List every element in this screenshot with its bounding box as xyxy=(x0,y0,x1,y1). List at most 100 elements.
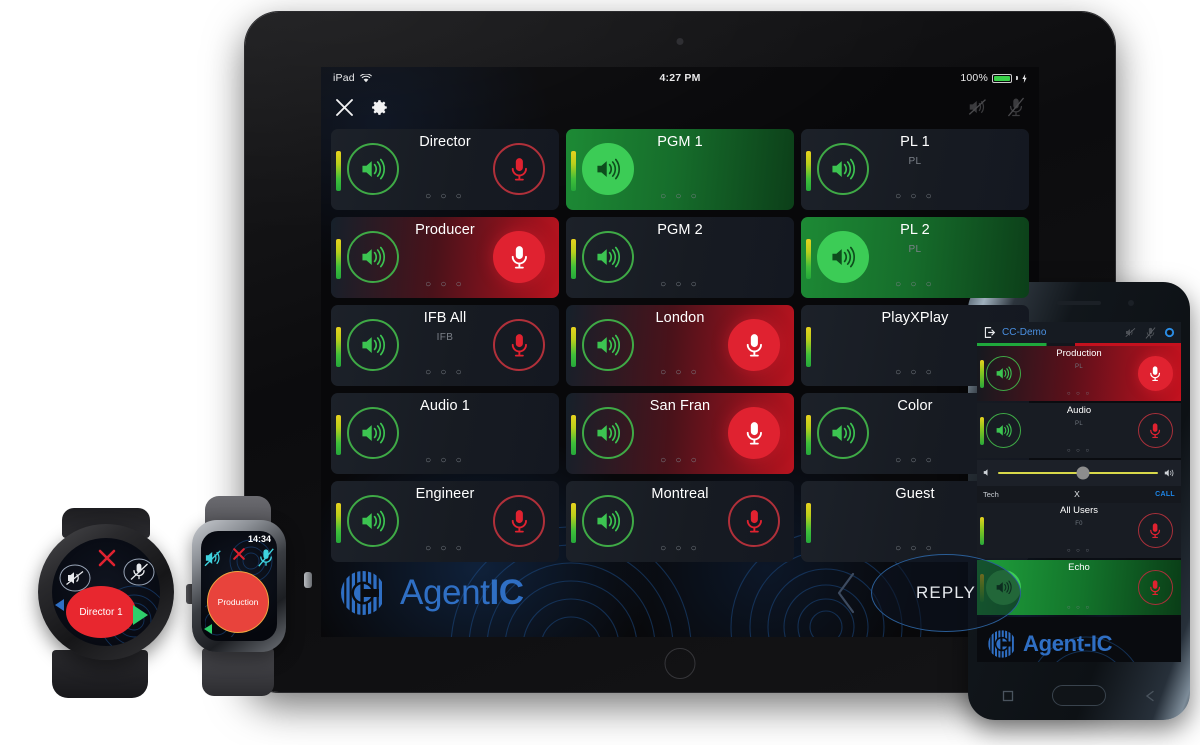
intercom-tile[interactable]: Audio 1 ○ ○ ○ xyxy=(331,393,559,474)
close-x-icon[interactable] xyxy=(97,548,117,568)
tile-speaker-button[interactable] xyxy=(582,231,634,283)
gear-icon[interactable] xyxy=(1164,327,1175,338)
tile-speaker-button[interactable] xyxy=(347,231,399,283)
intercom-tile[interactable]: Producer ○ ○ ○ xyxy=(331,217,559,298)
microphone-icon xyxy=(1150,365,1161,381)
triangle-right-icon[interactable] xyxy=(130,604,150,626)
watch-digital-crown[interactable] xyxy=(304,572,312,588)
speaker-icon xyxy=(361,246,385,268)
speaker-icon xyxy=(831,422,855,444)
android-phone-device: CC-Demo Production PL ○ ○ ○ Audio PL ○ ○… xyxy=(968,282,1190,720)
microphone-muted-icon[interactable] xyxy=(1007,97,1025,117)
ipad-camera-icon xyxy=(676,38,684,45)
close-x-icon[interactable] xyxy=(232,547,246,561)
apple-watch-channel-label: Production xyxy=(217,597,259,607)
round-watch-channel-button[interactable]: Director 1 xyxy=(66,586,136,638)
chevron-left-icon[interactable] xyxy=(833,570,859,616)
tile-mic-button[interactable] xyxy=(1138,355,1173,391)
phone-volume-knob[interactable] xyxy=(1076,466,1090,479)
phone-status-center: X xyxy=(1074,489,1080,499)
phone-volume-slider[interactable] xyxy=(977,459,1181,486)
tile-mic-button[interactable] xyxy=(728,407,780,459)
tile-speaker-button[interactable] xyxy=(817,231,869,283)
level-meter xyxy=(336,415,341,455)
tile-speaker-button[interactable] xyxy=(582,495,634,547)
status-battery-percent: 100% xyxy=(960,72,988,84)
phone-header-actions xyxy=(1125,326,1175,339)
level-meter xyxy=(806,327,811,367)
tile-speaker-button[interactable] xyxy=(817,143,869,195)
ipad-toolbar xyxy=(321,89,1039,125)
exit-icon[interactable] xyxy=(983,326,996,339)
close-icon[interactable] xyxy=(335,98,354,117)
apple-watch-channel-button[interactable]: Production xyxy=(207,571,269,633)
intercom-tile[interactable]: PGM 2 ○ ○ ○ xyxy=(566,217,794,298)
tile-mic-button[interactable] xyxy=(493,231,545,283)
speaker-muted-icon[interactable] xyxy=(1125,327,1137,338)
round-watch-screen: Director 1 xyxy=(52,538,160,646)
tile-mic-button[interactable] xyxy=(1138,412,1173,448)
tile-speaker-button[interactable] xyxy=(347,143,399,195)
intercom-tile[interactable]: San Fran ○ ○ ○ xyxy=(566,393,794,474)
reply-button[interactable]: REPLY xyxy=(871,554,1021,632)
tile-speaker-button[interactable] xyxy=(582,319,634,371)
tile-speaker-button[interactable] xyxy=(986,412,1021,448)
microphone-muted-icon[interactable] xyxy=(1145,326,1156,339)
tile-speaker-button[interactable] xyxy=(582,407,634,459)
ipad-home-button[interactable] xyxy=(664,648,696,679)
level-meter xyxy=(336,239,341,279)
gear-icon[interactable] xyxy=(370,98,389,117)
triangle-left-icon[interactable] xyxy=(54,598,66,612)
level-meter xyxy=(571,327,576,367)
tile-speaker-button[interactable] xyxy=(347,407,399,459)
intercom-tile-grid: Director ○ ○ ○ PGM 1 ○ ○ ○ PL 1 PL ○ ○ ○ Produc… xyxy=(321,125,1039,562)
tile-mic-button[interactable] xyxy=(493,495,545,547)
intercom-tile[interactable]: PGM 1 ○ ○ ○ xyxy=(566,129,794,210)
tile-mic-button[interactable] xyxy=(1138,569,1173,605)
tile-speaker-button[interactable] xyxy=(347,319,399,371)
tile-mic-button[interactable] xyxy=(493,143,545,195)
speaker-icon xyxy=(596,246,620,268)
battery-icon xyxy=(992,73,1012,83)
tile-mic-button[interactable] xyxy=(728,495,780,547)
phone-intercom-tile[interactable]: Production PL ○ ○ ○ xyxy=(977,345,1181,401)
level-meter xyxy=(571,503,576,543)
microphone-muted-icon[interactable] xyxy=(257,548,275,567)
agent-ic-logo-icon xyxy=(341,571,382,615)
intercom-tile[interactable]: London ○ ○ ○ xyxy=(566,305,794,386)
battery-tip xyxy=(1016,76,1018,80)
tile-mic-button[interactable] xyxy=(1138,512,1173,548)
intercom-tile[interactable]: PL 2 PL ○ ○ ○ xyxy=(801,217,1029,298)
tile-options-dots[interactable]: ○ ○ ○ xyxy=(977,448,1181,454)
intercom-tile[interactable]: Director ○ ○ ○ xyxy=(331,129,559,210)
tile-speaker-button[interactable] xyxy=(986,355,1021,391)
tile-speaker-button[interactable] xyxy=(347,495,399,547)
triangle-left-icon[interactable] xyxy=(203,623,214,635)
intercom-tile[interactable]: PL 1 PL ○ ○ ○ xyxy=(801,129,1029,210)
speaker-muted-icon[interactable] xyxy=(968,98,989,116)
watch-body: Director 1 xyxy=(38,524,197,660)
phone-call-button[interactable]: CALL xyxy=(1155,491,1175,498)
phone-intercom-tile[interactable]: Audio PL ○ ○ ○ xyxy=(977,402,1181,458)
tile-speaker-button[interactable] xyxy=(582,143,634,195)
round-smartwatch-device: Director 1 xyxy=(22,508,197,698)
reply-button-label: REPLY xyxy=(916,583,976,602)
intercom-tile[interactable]: IFB All IFB ○ ○ ○ xyxy=(331,305,559,386)
tile-mic-button[interactable] xyxy=(493,319,545,371)
speaker-icon xyxy=(361,334,385,356)
speaker-muted-icon[interactable] xyxy=(204,549,224,567)
phone-back-icon[interactable] xyxy=(1144,690,1156,702)
tile-options-dots[interactable]: ○ ○ ○ xyxy=(977,391,1181,397)
phone-recents-icon[interactable] xyxy=(1002,690,1014,702)
phone-volume-track[interactable] xyxy=(998,466,1158,479)
brand-text-light: Agent xyxy=(400,573,490,612)
tile-mic-button[interactable] xyxy=(728,319,780,371)
phone-status-left: Tech xyxy=(983,489,999,499)
microphone-muted-icon[interactable] xyxy=(123,558,155,586)
apple-watch-screen: 14:34 Production xyxy=(201,531,277,641)
status-time: 4:27 PM xyxy=(659,72,701,84)
speaker-icon xyxy=(596,334,620,356)
tile-speaker-button[interactable] xyxy=(817,407,869,459)
brand-text-bold: IC xyxy=(489,573,524,612)
phone-home-button[interactable] xyxy=(1052,685,1106,706)
